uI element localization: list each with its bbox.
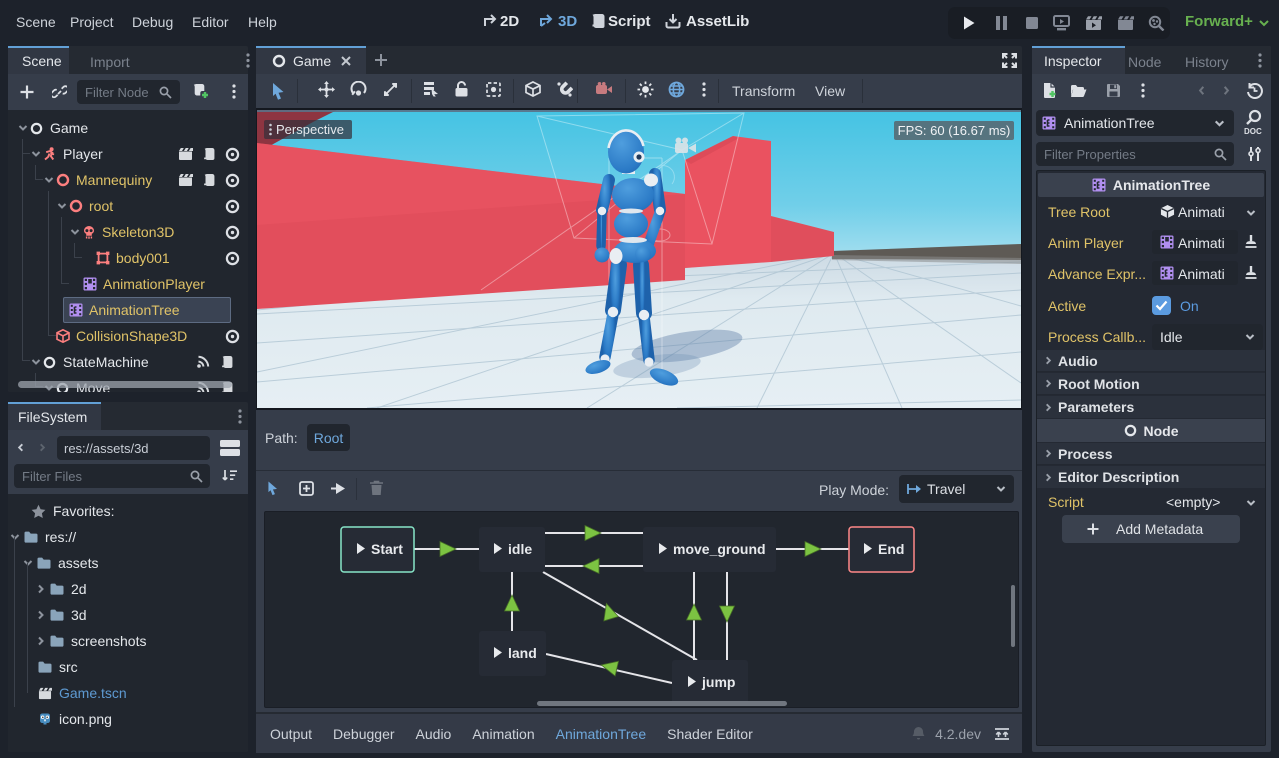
svg-text:move_ground: move_ground	[673, 541, 766, 557]
svg-text:land: land	[508, 645, 537, 661]
svg-text:Start: Start	[371, 541, 403, 557]
svg-text:DOC: DOC	[1244, 127, 1262, 136]
svg-text:jump: jump	[701, 674, 735, 690]
svg-text:idle: idle	[508, 541, 532, 557]
svg-text:End: End	[878, 541, 904, 557]
